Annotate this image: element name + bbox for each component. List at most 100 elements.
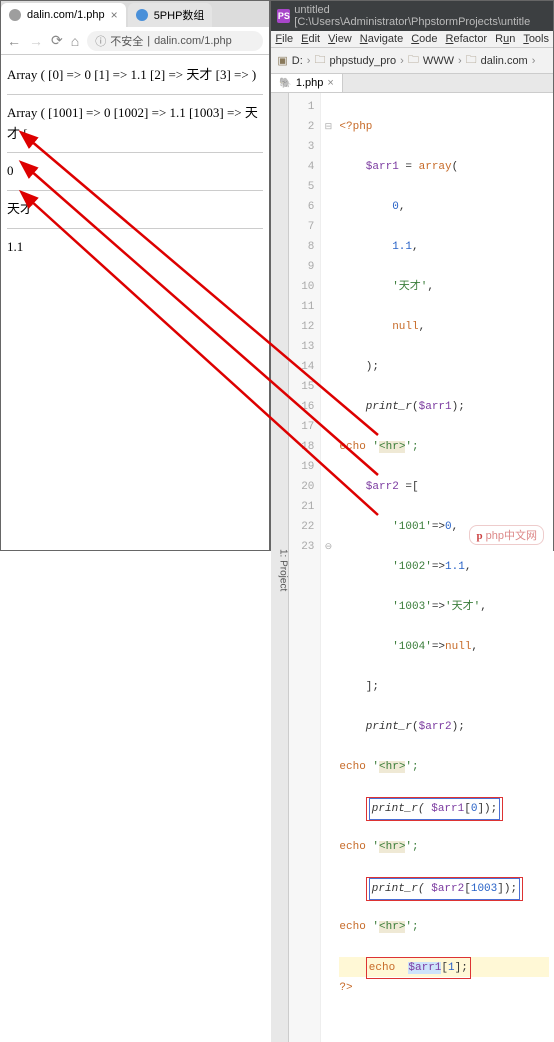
code-bracket: [: [441, 962, 448, 974]
url-text: dalin.com/1.php: [154, 35, 232, 47]
code-var: $arr1: [431, 803, 464, 815]
code-paren: );: [366, 361, 379, 373]
close-icon[interactable]: ×: [327, 77, 333, 89]
folder-icon: 🗀: [408, 51, 419, 70]
editor-area: 1: Project 12345678910111213141516171819…: [271, 93, 553, 1042]
code-op: =>: [432, 521, 445, 533]
code-num: 1: [448, 962, 455, 974]
output-line-4: 天才: [7, 197, 263, 222]
code-bracket: ]);: [497, 883, 517, 895]
code-var: $arr1: [366, 161, 399, 173]
code-num: 1.1: [445, 561, 465, 573]
watermark: p php中文网: [469, 525, 544, 545]
code-tag: <hr>: [379, 441, 405, 453]
folder-icon: 🗀: [314, 51, 325, 70]
line-gutter: 1234567891011121314151617181920212223: [289, 93, 321, 1042]
breadcrumb: ▣ D:› 🗀 phpstudy_pro› 🗀 WWW› 🗀 dalin.com…: [271, 48, 553, 74]
hr-divider: [7, 228, 263, 229]
project-tool-strip[interactable]: 1: Project: [271, 93, 289, 1042]
code-var: $arr1: [419, 401, 452, 413]
code-tag: <hr>: [379, 841, 405, 853]
insecure-label: 不安全: [110, 33, 143, 49]
reload-icon[interactable]: ⟳: [51, 32, 63, 49]
hr-divider: [7, 94, 263, 95]
code-str: '1001': [392, 521, 432, 533]
url-divider: |: [147, 35, 150, 47]
watermark-logo-icon: p: [476, 530, 482, 542]
favicon-icon: [136, 9, 148, 21]
code-op: =>: [432, 601, 445, 613]
code-editor[interactable]: <?php $arr1 = array( 0, 1.1, '天才', null,…: [335, 93, 553, 1042]
code-op: =: [399, 161, 419, 173]
code-comma: ,: [427, 281, 434, 293]
code-op: =>: [432, 641, 445, 653]
code-paren: (: [452, 161, 459, 173]
forward-icon[interactable]: →: [29, 33, 43, 49]
code-var: $arr2: [419, 721, 452, 733]
page-content: Array ( [0] => 0 [1] => 1.1 [2] => 天才 [3…: [1, 55, 269, 550]
code-str: ';: [405, 441, 418, 453]
phpstorm-icon: PS: [277, 9, 290, 23]
folder-icon: 🗀: [466, 51, 477, 70]
chevron-right-icon: ›: [400, 55, 404, 67]
hr-divider: [7, 190, 263, 191]
favicon-icon: [9, 9, 21, 21]
file-tab-1php[interactable]: 🐘 1.php ×: [271, 74, 342, 92]
code-kw: echo: [369, 962, 409, 974]
close-icon[interactable]: ×: [111, 8, 118, 22]
crumb-3[interactable]: dalin.com: [481, 55, 528, 67]
ide-title-text: untitled [C:\Users\Administrator\Phpstor…: [294, 4, 547, 28]
browser-tab-2[interactable]: 5PHP数组: [128, 3, 213, 27]
code-var: $arr2: [431, 883, 464, 895]
code-str: ';: [405, 841, 418, 853]
code-str: '1003': [392, 601, 432, 613]
crumb-2[interactable]: WWW: [423, 55, 454, 67]
menu-navigate[interactable]: Navigate: [360, 33, 403, 45]
menu-view[interactable]: View: [328, 33, 352, 45]
menu-refactor[interactable]: Refactor: [446, 33, 488, 45]
highlight-box-red: echo $arr1[1];: [366, 957, 471, 979]
back-icon[interactable]: ←: [7, 33, 21, 49]
code-op: =>: [432, 561, 445, 573]
folder-icon: ▣: [277, 54, 287, 67]
code-comma: ,: [465, 561, 472, 573]
code-comma: ,: [399, 201, 406, 213]
chevron-right-icon: ›: [458, 55, 462, 67]
code-str: ';: [405, 921, 418, 933]
code-bracket: [: [464, 883, 471, 895]
menu-tools[interactable]: Tools: [523, 33, 549, 45]
code-var: $arr2: [366, 481, 399, 493]
browser-tab-1[interactable]: dalin.com/1.php ×: [1, 3, 126, 27]
code-num: 0: [445, 521, 452, 533]
code-kw: echo: [339, 921, 372, 933]
code-num: 0: [471, 803, 478, 815]
browser-tabs: dalin.com/1.php × 5PHP数组: [1, 1, 269, 27]
code-str: '1002': [392, 561, 432, 573]
menu-run[interactable]: Run: [495, 33, 515, 45]
crumb-1[interactable]: phpstudy_pro: [329, 55, 396, 67]
fold-column[interactable]: ⊟⊖: [321, 93, 335, 1042]
code-bracket: [: [464, 803, 471, 815]
url-input[interactable]: ⓘ 不安全 | dalin.com/1.php: [87, 31, 263, 51]
menu-code[interactable]: Code: [411, 33, 437, 45]
php-open-tag: <?php: [339, 121, 372, 133]
menu-edit[interactable]: Edit: [301, 33, 320, 45]
home-icon[interactable]: ⌂: [71, 33, 79, 49]
code-str: ';: [405, 761, 418, 773]
code-func: print_r: [366, 721, 412, 733]
code-var: $arr1: [408, 962, 441, 974]
code-paren: );: [452, 721, 465, 733]
code-kw: echo: [339, 441, 372, 453]
code-num: 1003: [471, 883, 497, 895]
highlight-box-red: print_r( $arr2[1003]);: [366, 877, 523, 901]
menu-file[interactable]: File: [275, 33, 293, 45]
crumb-d[interactable]: D:: [292, 55, 303, 67]
code-func: print_r(: [372, 883, 431, 895]
code-comma: ,: [471, 641, 478, 653]
code-func: print_r(: [372, 803, 431, 815]
code-comma: ,: [480, 601, 487, 613]
output-line-3: 0: [7, 159, 263, 184]
php-file-icon: 🐘: [279, 78, 291, 89]
code-kw: echo: [339, 841, 372, 853]
output-line-2: Array ( [1001] => 0 [1002] => 1.1 [1003]…: [7, 101, 263, 147]
